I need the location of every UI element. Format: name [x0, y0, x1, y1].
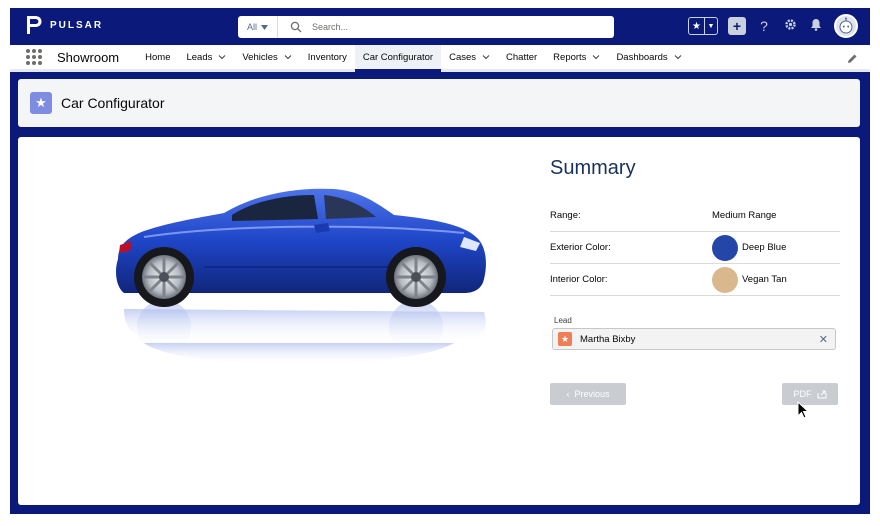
nav-item-vehicles[interactable]: Vehicles: [234, 44, 299, 71]
user-avatar[interactable]: [834, 14, 858, 38]
chevron-down-icon[interactable]: [284, 53, 292, 61]
lead-name: Martha Bixby: [580, 333, 636, 345]
nav-item-car-configurator[interactable]: Car Configurator: [354, 45, 442, 72]
chevron-left-icon: ‹: [566, 389, 570, 399]
lead-lookup-pill[interactable]: ★ Martha Bixby ✕: [552, 328, 836, 350]
nav-item-label: Reports: [553, 51, 587, 63]
summary-panel: Summary Range: Medium Range Exterior Col…: [550, 157, 840, 419]
nav-item-label: Car Configurator: [362, 51, 434, 63]
chevron-down-icon[interactable]: [482, 53, 490, 61]
previous-button-label: Previous: [574, 389, 610, 399]
mouse-cursor-icon: [797, 401, 809, 419]
summary-row-range: Range: Medium Range: [550, 200, 840, 232]
search-icon: [290, 21, 302, 33]
app-nav-bar: Showroom Home Leads Vehicles Inventory C…: [10, 45, 870, 72]
nav-item-home[interactable]: Home: [137, 44, 178, 71]
app-frame: PULSAR All ★ ▼ + ?: [10, 8, 870, 514]
nav-item-inventory[interactable]: Inventory: [300, 44, 355, 71]
nav-item-label: Inventory: [307, 51, 347, 63]
pdf-button-label: PDF: [793, 389, 812, 399]
nav-item-label: Cases: [449, 51, 477, 63]
chevron-down-icon[interactable]: [218, 53, 226, 61]
robot-avatar-icon: [839, 17, 853, 34]
gear-icon[interactable]: [782, 18, 798, 34]
search-scope-dropdown[interactable]: All: [238, 16, 278, 38]
summary-value: Medium Range: [712, 210, 777, 221]
pulsar-logo-icon: [27, 16, 42, 34]
nav-item-label: Home: [145, 51, 171, 63]
car-image: [116, 188, 486, 365]
nav-item-label: Chatter: [506, 51, 538, 63]
close-icon[interactable]: ✕: [819, 333, 828, 346]
summary-row-exterior: Exterior Color: Deep Blue: [550, 232, 840, 264]
star-icon: ★: [30, 92, 52, 114]
bell-icon[interactable]: [808, 18, 824, 34]
global-header: PULSAR All ★ ▼ + ?: [10, 8, 870, 45]
summary-label: Exterior Color:: [550, 242, 611, 253]
favorites-button[interactable]: ★ ▼: [688, 17, 718, 35]
nav-item-chatter[interactable]: Chatter: [498, 44, 545, 71]
lead-icon: ★: [558, 332, 572, 346]
exterior-color-swatch: [712, 234, 738, 261]
nav-item-leads[interactable]: Leads: [178, 44, 234, 71]
chevron-down-icon[interactable]: [592, 53, 600, 61]
brand-logo[interactable]: PULSAR: [24, 14, 103, 36]
caret-down-icon: [261, 24, 268, 30]
caret-down-icon: ▼: [707, 22, 715, 30]
page-title: Car Configurator: [61, 95, 165, 111]
search-scope-label: All: [246, 22, 257, 32]
nav-item-label: Dashboards: [616, 51, 668, 63]
share-icon: [817, 390, 826, 399]
interior-color-swatch: [712, 266, 738, 293]
chevron-down-icon[interactable]: [674, 53, 682, 61]
previous-button[interactable]: ‹ Previous: [550, 383, 626, 405]
help-icon[interactable]: ?: [756, 18, 772, 34]
global-actions-button[interactable]: +: [728, 17, 746, 35]
lead-field-label: Lead: [554, 316, 572, 325]
summary-value: Deep Blue: [742, 242, 787, 253]
configurator-card: Summary Range: Medium Range Exterior Col…: [18, 137, 860, 505]
star-icon: ★: [689, 18, 705, 34]
search-input[interactable]: [312, 22, 592, 32]
page-header: ★ Car Configurator: [18, 79, 860, 127]
summary-row-interior: Interior Color: Vegan Tan: [550, 264, 840, 296]
brand-name: PULSAR: [50, 19, 104, 31]
nav-item-reports[interactable]: Reports: [545, 44, 608, 71]
app-launcher-icon[interactable]: [26, 49, 42, 65]
summary-title: Summary: [550, 157, 636, 179]
summary-label: Interior Color:: [550, 274, 608, 285]
summary-label: Range:: [550, 210, 581, 221]
nav-item-dashboards[interactable]: Dashboards: [608, 44, 689, 71]
nav-item-label: Vehicles: [242, 51, 278, 63]
global-search[interactable]: All: [238, 16, 614, 38]
header-icon-group: ★ ▼ + ?: [688, 14, 858, 38]
nav-item-label: Leads: [186, 51, 213, 63]
pdf-button[interactable]: PDF: [782, 383, 838, 405]
nav-item-cases[interactable]: Cases: [441, 44, 498, 71]
app-name: Showroom: [57, 49, 120, 65]
pencil-icon[interactable]: [847, 53, 858, 64]
summary-value: Vegan Tan: [742, 274, 787, 285]
